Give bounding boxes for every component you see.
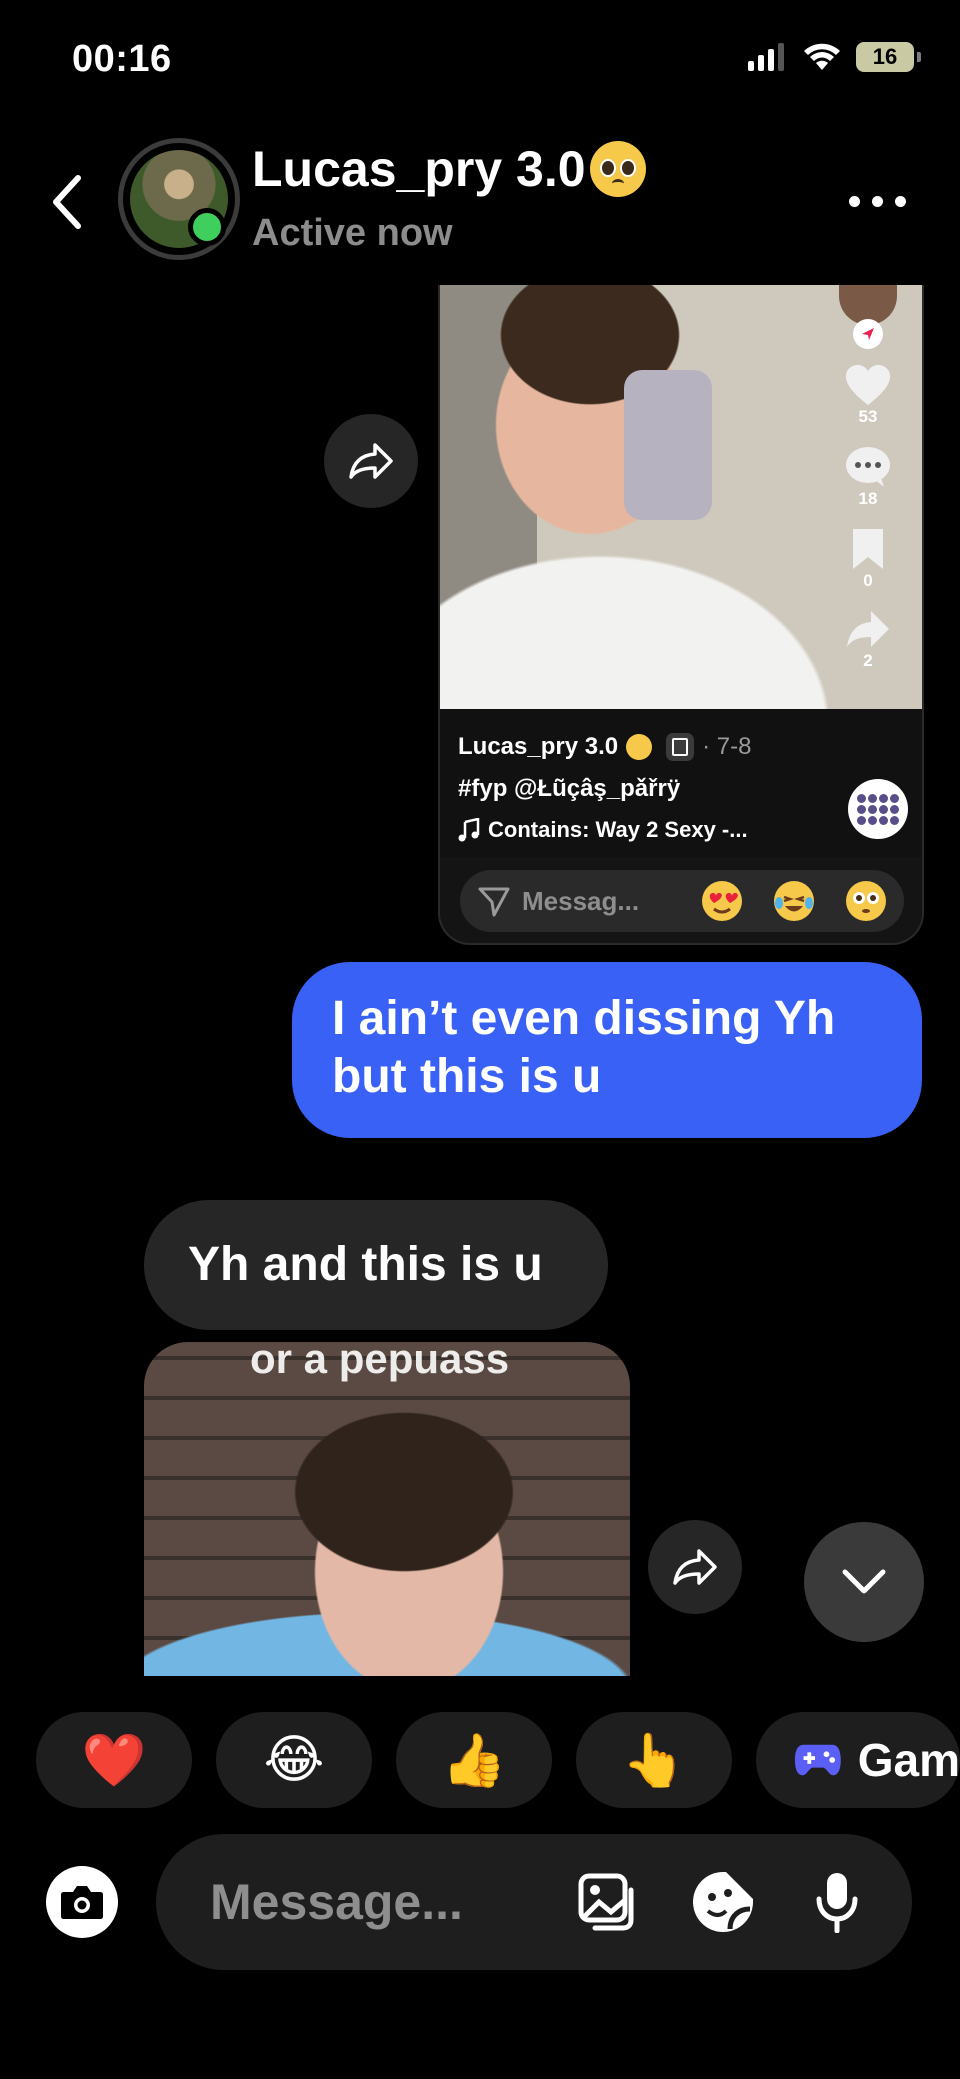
likes-count: 53 bbox=[858, 407, 878, 426]
post-date: · 7-8 bbox=[702, 733, 752, 760]
post-caption: #fyp @Łũçâş_pǎřrÿ bbox=[458, 775, 681, 802]
forward-button[interactable] bbox=[324, 414, 418, 508]
status-time: 00:16 bbox=[72, 38, 172, 80]
voice-message-button[interactable] bbox=[802, 1867, 872, 1937]
battery-level: 16 bbox=[872, 44, 898, 69]
post-username: Lucas_pry 3.0 · 7-8 bbox=[458, 733, 751, 761]
saves-count: 0 bbox=[863, 571, 873, 590]
wifi-icon bbox=[804, 43, 840, 70]
heart-eyes-icon[interactable] bbox=[702, 881, 742, 921]
quick-reaction-heart[interactable]: ❤️ bbox=[36, 1712, 192, 1808]
bookmark-icon bbox=[853, 529, 883, 569]
pleading-face-icon bbox=[626, 734, 653, 760]
games-label: Gam bbox=[857, 1734, 960, 1786]
chevron-down-icon bbox=[842, 1569, 886, 1594]
sticker-icon bbox=[693, 1872, 753, 1932]
game-controller-icon bbox=[794, 1744, 841, 1776]
post-username-text: Lucas_pry 3.0 bbox=[458, 733, 619, 760]
music-note-icon bbox=[458, 818, 480, 842]
shared-post-card[interactable]: 53 18 0 2 Lucas_pry 3.0 · 7-8 #fyp @Łũçâ… bbox=[438, 285, 924, 945]
comment-icon bbox=[846, 447, 890, 487]
post-reply-bar[interactable]: Messag... bbox=[460, 870, 904, 932]
quick-reaction-thumbs-up[interactable]: 👍 bbox=[396, 1712, 552, 1808]
laughing-tears-icon[interactable] bbox=[774, 881, 814, 921]
games-button[interactable]: Gam bbox=[756, 1712, 960, 1808]
more-options-icon[interactable] bbox=[849, 196, 906, 207]
phone-in-photo bbox=[624, 370, 712, 520]
signal-icon bbox=[748, 43, 784, 71]
video-message[interactable] bbox=[144, 1342, 630, 1676]
gallery-icon bbox=[578, 1873, 634, 1931]
forward-button[interactable] bbox=[648, 1520, 742, 1614]
pleading-face-icon bbox=[589, 141, 646, 197]
post-music: Contains: Way 2 Sexy -... bbox=[458, 817, 748, 843]
heart-icon bbox=[846, 365, 890, 405]
chat-title-text: Lucas_pry 3.0 bbox=[252, 141, 586, 197]
microphone-icon bbox=[816, 1873, 858, 1933]
message-input[interactable]: Message... bbox=[210, 1873, 530, 1931]
quick-reaction-laugh[interactable]: 😂 bbox=[216, 1712, 372, 1808]
back-icon[interactable] bbox=[46, 172, 86, 232]
share-arrow-icon bbox=[673, 1549, 717, 1585]
quick-reaction-point-up[interactable]: 👆 bbox=[576, 1712, 732, 1808]
scroll-to-bottom-button[interactable] bbox=[804, 1522, 924, 1642]
send-icon bbox=[478, 887, 510, 917]
gallery-button[interactable] bbox=[574, 1867, 644, 1937]
post-action-rail: 53 18 0 2 bbox=[836, 285, 900, 689]
message-incoming[interactable]: Yh and this is u bbox=[144, 1200, 608, 1330]
share-arrow-icon bbox=[349, 443, 393, 479]
message-outgoing[interactable]: I ain’t even dissing Yh but this is u bbox=[292, 962, 922, 1138]
status-icons: 16 bbox=[748, 42, 921, 72]
sticker-button[interactable] bbox=[688, 1867, 758, 1937]
music-disc-icon[interactable] bbox=[848, 779, 908, 839]
presence-status: Active now bbox=[252, 212, 453, 254]
shares-count: 2 bbox=[863, 651, 873, 670]
post-music-text: Contains: Way 2 Sexy -... bbox=[488, 817, 748, 842]
follow-icon bbox=[853, 319, 883, 349]
post-reply-placeholder: Messag... bbox=[522, 885, 640, 916]
flushed-face-icon[interactable] bbox=[846, 881, 886, 921]
camera-button[interactable] bbox=[46, 1866, 118, 1938]
repost-icon bbox=[666, 733, 695, 761]
online-indicator bbox=[188, 208, 226, 246]
camera-icon bbox=[61, 1886, 103, 1919]
battery-icon: 16 bbox=[856, 42, 921, 72]
share-icon bbox=[847, 611, 889, 647]
message-composer[interactable]: Message... bbox=[156, 1834, 912, 1970]
chat-title[interactable]: Lucas_pry 3.0 bbox=[252, 140, 646, 198]
comments-count: 18 bbox=[858, 489, 878, 508]
